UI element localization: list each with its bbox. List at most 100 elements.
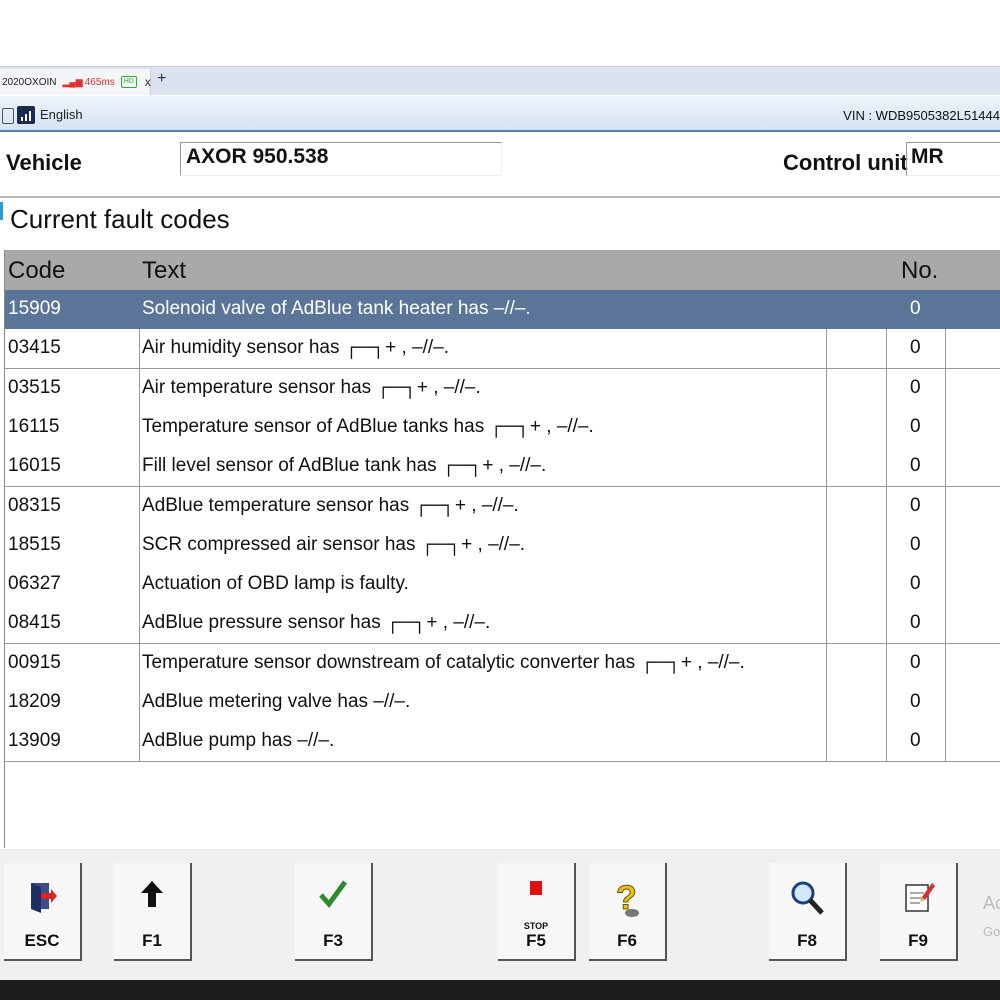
section-header: Current fault codes xyxy=(0,198,1000,244)
control-unit-label: Control unit xyxy=(783,150,908,175)
tab-title: 2020OXOIN xyxy=(2,76,57,88)
column-divider xyxy=(826,407,827,447)
fault-text-cell: Air temperature sensor has ┌─┐+ , –//–. xyxy=(142,376,481,398)
close-icon[interactable]: x xyxy=(145,75,151,89)
column-divider xyxy=(139,486,140,526)
column-divider xyxy=(826,329,827,369)
column-divider xyxy=(826,486,827,526)
fault-code-cell: 18209 xyxy=(8,691,61,712)
f8-label: F8 xyxy=(797,931,817,950)
table-row[interactable]: 16115 Temperature sensor of AdBlue tanks … xyxy=(5,407,1000,448)
column-divider xyxy=(139,525,140,565)
function-key-toolbar: ESC F1 F3 STOP F5 ? F6 F8 F9 xyxy=(0,849,1000,980)
magnifier-icon xyxy=(769,879,845,922)
fault-count-cell: 0 xyxy=(910,298,921,319)
fault-text-cell: SCR compressed air sensor has ┌─┐+ , –//… xyxy=(142,533,526,555)
esc-label: ESC xyxy=(24,931,60,950)
column-divider xyxy=(886,525,887,565)
fault-count-cell: 0 xyxy=(910,337,921,359)
column-divider xyxy=(886,368,887,408)
column-divider xyxy=(886,683,887,722)
f3-button[interactable]: F3 xyxy=(295,863,373,961)
print-edit-icon xyxy=(880,879,956,922)
device-icon xyxy=(2,108,14,124)
fault-code-cell: 06327 xyxy=(8,573,61,595)
section-title: Current fault codes xyxy=(10,204,230,234)
f1-button[interactable]: F1 xyxy=(114,863,192,961)
fault-text-cell: AdBlue pressure sensor has ┌─┐+ , –//–. xyxy=(142,612,491,634)
table-row[interactable]: 18209 AdBlue metering valve has –//–. 0 xyxy=(5,683,1000,723)
column-divider xyxy=(945,447,946,487)
column-divider xyxy=(826,604,827,644)
table-row[interactable]: 13909 AdBlue pump has –//–. 0 xyxy=(5,722,1000,763)
fault-text-cell: AdBlue metering valve has –//–. xyxy=(142,691,411,712)
column-header-text[interactable]: Text xyxy=(142,257,186,285)
checkmark-icon xyxy=(295,879,371,914)
column-divider xyxy=(826,565,827,605)
table-row[interactable]: 03515 Air temperature sensor has ┌─┐+ , –… xyxy=(5,368,1000,409)
column-divider xyxy=(886,407,887,447)
column-divider xyxy=(945,643,946,683)
table-row[interactable]: 08315 AdBlue temperature sensor has ┌─┐+ … xyxy=(5,486,1000,527)
fault-codes-table: Code Text No. 15909 Solenoid valve of AdB… xyxy=(4,250,1000,848)
fault-text-cell: Temperature sensor of AdBlue tanks has ┌… xyxy=(142,415,594,437)
app-header-bar: English VIN : WDB9505382L51444 xyxy=(0,96,1000,132)
up-arrow-icon xyxy=(114,879,190,914)
fault-text-cell: Temperature sensor downstream of catalyt… xyxy=(142,651,745,673)
fault-text-cell: AdBlue temperature sensor has ┌─┐+ , –//… xyxy=(142,494,519,516)
column-divider xyxy=(139,407,140,447)
fault-code-cell: 15909 xyxy=(8,298,61,319)
table-row[interactable]: 15909 Solenoid valve of AdBlue tank heate… xyxy=(5,290,1000,330)
table-header: Code Text No. xyxy=(5,250,1000,290)
table-row[interactable]: 18515 SCR compressed air sensor has ┌─┐+ … xyxy=(5,525,1000,566)
f9-button[interactable]: F9 xyxy=(880,863,958,961)
esc-button[interactable]: ESC xyxy=(4,863,82,961)
column-divider xyxy=(826,368,827,408)
fault-text-cell: Solenoid valve of AdBlue tank heater has… xyxy=(142,298,531,319)
fault-count-cell: 0 xyxy=(910,376,921,398)
column-divider xyxy=(826,525,827,565)
taskbar xyxy=(0,980,1000,1000)
fault-code-cell: 03415 xyxy=(8,337,61,359)
column-divider xyxy=(826,643,827,683)
table-row[interactable]: 08415 AdBlue pressure sensor has ┌─┐+ , –… xyxy=(5,604,1000,645)
column-divider xyxy=(945,565,946,605)
column-divider xyxy=(886,722,887,762)
column-divider xyxy=(945,407,946,447)
hd-badge: HD xyxy=(120,76,137,88)
new-tab-button[interactable]: + xyxy=(157,70,166,88)
exit-door-icon xyxy=(4,879,80,918)
vehicle-value-field: AXOR 950.538 xyxy=(180,142,502,176)
f3-label: F3 xyxy=(323,931,343,950)
f9-label: F9 xyxy=(908,931,928,950)
fault-code-cell: 08415 xyxy=(8,612,61,634)
browser-tab[interactable]: 2020OXOIN ▂▄▆ 465ms HD x xyxy=(0,69,151,95)
table-row[interactable]: 00915 Temperature sensor downstream of ca… xyxy=(5,643,1000,684)
column-divider xyxy=(826,447,827,487)
table-row[interactable]: 16015 Fill level sensor of AdBlue tank ha… xyxy=(5,447,1000,488)
f8-button[interactable]: F8 xyxy=(769,863,847,961)
fault-count-cell: 0 xyxy=(910,455,921,477)
column-divider xyxy=(945,525,946,565)
control-unit-value-field: MR xyxy=(906,142,1000,176)
column-divider xyxy=(139,683,140,722)
column-divider xyxy=(945,683,946,722)
f6-button[interactable]: ? F6 xyxy=(589,863,667,961)
language-label[interactable]: English xyxy=(40,107,83,122)
stop-icon xyxy=(498,879,574,918)
column-divider xyxy=(886,643,887,683)
column-header-no[interactable]: No. xyxy=(901,257,938,285)
language-icon[interactable] xyxy=(17,106,35,124)
fault-code-cell: 03515 xyxy=(8,376,61,398)
table-row[interactable]: 03415 Air humidity sensor has ┌─┐+ , –//–… xyxy=(5,329,1000,370)
fault-code-cell: 00915 xyxy=(8,651,61,673)
top-blank-area xyxy=(0,0,1000,66)
latency-text: 465ms xyxy=(84,76,115,88)
column-header-code[interactable]: Code xyxy=(8,257,65,285)
column-divider xyxy=(826,722,827,762)
column-divider xyxy=(886,447,887,487)
f5-button[interactable]: STOP F5 xyxy=(498,863,576,961)
column-divider xyxy=(139,368,140,408)
column-divider xyxy=(826,683,827,722)
table-row[interactable]: 06327 Actuation of OBD lamp is faulty. 0 xyxy=(5,565,1000,606)
